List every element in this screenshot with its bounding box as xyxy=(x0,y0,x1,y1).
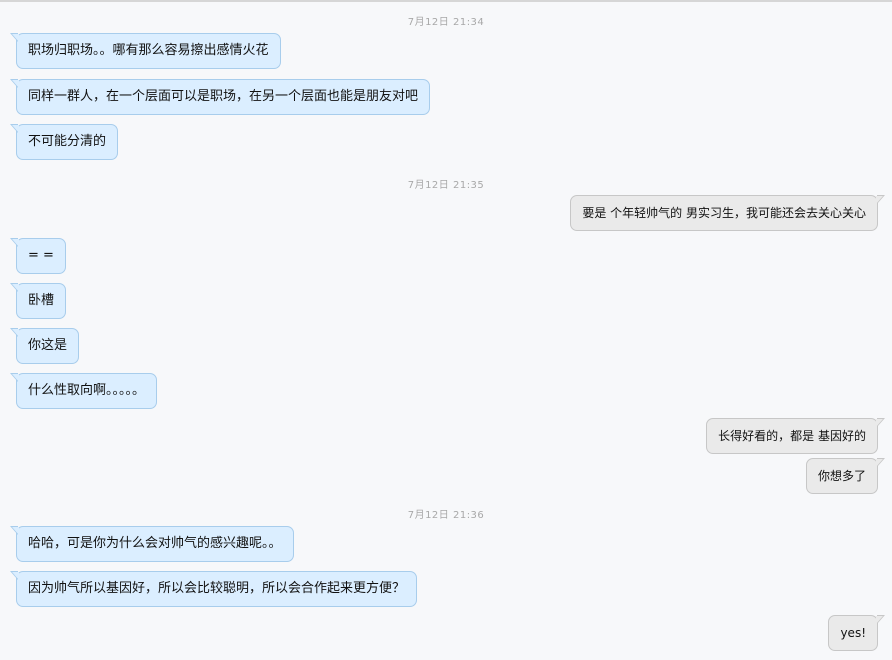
message-bubble-incoming: 不可能分清的 xyxy=(9,124,119,160)
message-bubble-incoming: 因为帅气所以基因好，所以会比较聪明，所以会合作起来更方便？ xyxy=(9,571,418,607)
message-bubble-incoming: = = xyxy=(10,238,66,274)
timestamp: 7月12日 21:35 xyxy=(407,180,485,191)
message-bubble-incoming: 哈哈，可是你为什么会对帅气的感兴趣呢。。 xyxy=(10,526,294,562)
message-bubble-incoming: 职场归职场。。哪有那么容易擦出感情火花 xyxy=(10,33,281,69)
message-bubble-incoming: 同样一群人，在一个层面可以是职场，在另一个层面也能是朋友对吧 xyxy=(9,79,431,115)
message-bubble-outgoing: 长得好看的，都是 基因好的 xyxy=(706,418,885,454)
message-bubble-outgoing: 你想多了 xyxy=(805,458,886,494)
message-bubble-incoming: 你这是 xyxy=(9,328,80,364)
chat-history[interactable]: 7月12日 21:34 职场归职场。。哪有那么容易擦出感情火花 同样一群人，在一… xyxy=(0,0,892,660)
message-bubble-outgoing: yes! xyxy=(828,615,885,651)
message-bubble-incoming: 卧槽 xyxy=(9,283,67,319)
timestamp: 7月12日 21:36 xyxy=(407,510,485,521)
message-bubble-incoming: 什么性取向啊。。。。。 xyxy=(9,373,158,409)
timestamp: 7月12日 21:34 xyxy=(407,17,485,28)
message-bubble-outgoing: 要是 个年轻帅气的 男实习生，我可能还会去关心关心 xyxy=(570,195,885,231)
